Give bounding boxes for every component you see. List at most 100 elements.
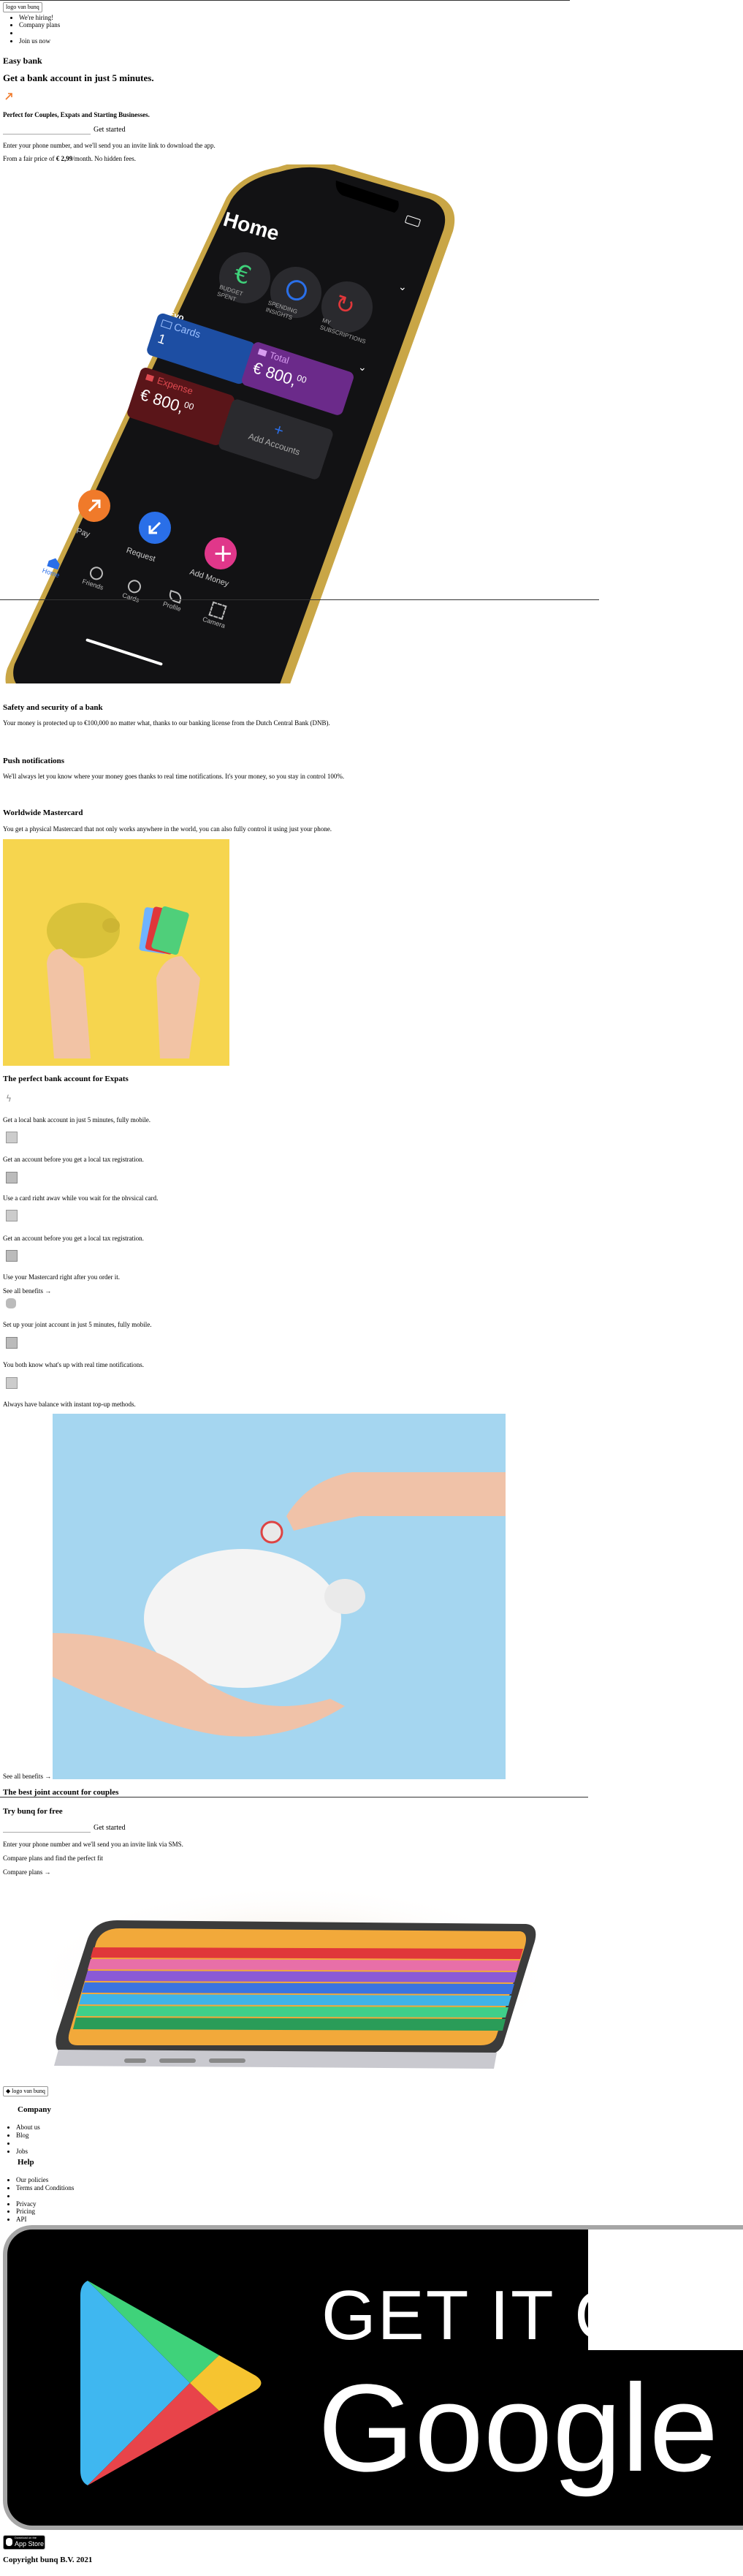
piggy-bank-cards-image — [3, 839, 229, 1066]
notification-icon — [6, 1337, 18, 1349]
header-nav: We're hiring! Company plans Join us now — [3, 14, 60, 45]
tab-cards-label: Cards — [121, 591, 141, 604]
tab-friends[interactable]: Friends — [81, 564, 109, 592]
nav-link-company-plans[interactable]: Company plans — [19, 21, 60, 29]
footer-link-terms[interactable]: Terms and Conditions — [16, 2184, 74, 2192]
feature-mastercard-title: Worldwide Mastercard — [3, 808, 83, 817]
logo-button[interactable]: logo van bunq — [3, 2, 42, 12]
arrow-up-right-icon — [88, 499, 101, 512]
footer-link-empty — [16, 2140, 40, 2148]
footer-logo-button[interactable]: ◆ logo van bunq — [3, 2086, 48, 2096]
price-suffix: /month. No hidden fees. — [72, 155, 136, 162]
total-amount-main: € 800, — [251, 358, 300, 390]
hero-subtitle: Get a bank account in just 5 minutes. — [3, 72, 154, 83]
chart-icon — [283, 277, 310, 303]
footer-link-about[interactable]: About us — [16, 2124, 40, 2132]
tab-bar: Home Friends Cards Profile Camera — [29, 545, 248, 632]
nav-link-hiring[interactable]: We're hiring! — [19, 14, 53, 21]
footer-link-privacy-text[interactable]: Privacy — [16, 2200, 37, 2208]
footer-link-policies[interactable]: Our policies — [16, 2176, 74, 2184]
price-value: € 2,99 — [56, 155, 73, 162]
footer-link-api[interactable]: API — [16, 2216, 74, 2224]
footer-link-privacy[interactable]: Privacy — [16, 2200, 74, 2208]
id-card-icon-2 — [6, 1210, 18, 1221]
header: logo van bunq We're hiring! Company plan… — [3, 2, 60, 45]
footer-link-terms-text[interactable]: Terms and Conditions — [16, 2184, 74, 2192]
expats-benefit-3: Use a card right away while you wait for… — [3, 1194, 159, 1200]
feature-security-text: Your money is protected up to €100,000 n… — [3, 719, 330, 727]
refresh-icon: ↻ — [331, 288, 359, 322]
badge-white-cutout — [588, 2230, 743, 2350]
compare-plans-link[interactable]: Compare plans → — [3, 1868, 51, 1876]
couples-benefit-3: Always have balance with instant top-up … — [3, 1401, 136, 1408]
nav-item-spacer — [19, 29, 60, 37]
hero-title: Easy bank — [3, 56, 42, 66]
footer-company-links: About us Blog Jobs — [0, 2124, 40, 2155]
nav-item-hiring[interactable]: We're hiring! — [19, 14, 60, 22]
feature-mastercard-text: You get a physical Mastercard that not o… — [3, 825, 332, 833]
hero-tagline: Perfect for Couples, Expats and Starting… — [3, 111, 150, 118]
logo-text: logo van bunq — [6, 4, 39, 10]
phone-number-input[interactable] — [3, 124, 91, 135]
google-play-icon — [80, 2281, 262, 2485]
chevron-down-icon[interactable]: ⌄ — [398, 281, 407, 294]
feature-notifications-text: We'll always let you know where your mon… — [3, 773, 345, 780]
footer-link-pricing-text[interactable]: Pricing — [16, 2208, 35, 2215]
nav-item-join[interactable]: Join us now — [19, 37, 60, 45]
nav-item-company-plans[interactable]: Company plans — [19, 21, 60, 29]
try-title: Try bunq for free — [3, 1807, 63, 1816]
phone-mockup: Home € ↻ BUDGET SPENT SPENDING INSIGHTS … — [0, 161, 468, 774]
card-stack-icon — [6, 1172, 18, 1183]
tab-camera[interactable]: Camera — [202, 600, 232, 630]
hero-invite-text: Enter your phone number, and we'll send … — [3, 142, 216, 149]
expats-title: The perfect bank account for Expats — [3, 1075, 129, 1083]
id-card-icon — [6, 1132, 18, 1143]
couples-see-all-link[interactable]: See all benefits → — [3, 1773, 51, 1781]
pay-button[interactable] — [78, 490, 110, 522]
compare-plans-text: Compare plans and find the perfect fit — [3, 1855, 103, 1862]
arrow-icon — [4, 92, 13, 101]
try-phone-input[interactable] — [3, 1822, 91, 1833]
app-store-badge[interactable]: Download on the App Store — [3, 2535, 45, 2550]
footer-link-blog[interactable]: Blog — [16, 2132, 40, 2140]
footer-link-api-text[interactable]: API — [16, 2216, 27, 2223]
feature-security-title: Safety and security of a bank — [3, 703, 103, 712]
apple-icon — [6, 2538, 12, 2546]
expats-benefit-5: Use your Mastercard right after you orde… — [3, 1273, 120, 1281]
copyright-text: Copyright bunq B.V. 2021 — [3, 2556, 93, 2564]
couples-benefit-2: You both know what's up with real time n… — [3, 1361, 144, 1368]
friends-icon — [88, 564, 105, 582]
try-invite-text: Enter your phone number and we'll send y… — [3, 1841, 183, 1848]
tab-friends-label: Friends — [81, 577, 104, 591]
account-icon — [145, 374, 154, 382]
footer-link-jobs-text[interactable]: Jobs — [16, 2148, 28, 2155]
footer-link-policies-text[interactable]: Our policies — [16, 2176, 48, 2183]
footer-help-links: Our policies Terms and Conditions Privac… — [0, 2176, 74, 2224]
footer-logo-icon: ◆ — [6, 2088, 12, 2094]
expats-benefit-1: Get a local bank account in just 5 minut… — [3, 1116, 150, 1124]
expats-benefit-4: Get an account before you get a local ta… — [3, 1235, 144, 1242]
nav-link-join[interactable]: Join us now — [19, 37, 50, 45]
try-get-started-button[interactable]: Get started — [94, 1824, 126, 1833]
tab-cards[interactable]: Cards — [121, 577, 145, 605]
piggy-bank-coin-image — [53, 1414, 506, 1779]
tab-home[interactable]: Home — [41, 556, 64, 580]
footer-link-about-text[interactable]: About us — [16, 2124, 40, 2131]
expats-benefit-2: Get an account before you get a local ta… — [3, 1156, 144, 1163]
footer-link-jobs[interactable]: Jobs — [16, 2148, 40, 2156]
footer-link-blog-text[interactable]: Blog — [16, 2132, 29, 2139]
get-started-button[interactable]: Get started — [94, 126, 126, 135]
section-divider — [0, 599, 599, 600]
request-button[interactable] — [139, 512, 171, 544]
chevron-down-icon-2[interactable]: ⌄ — [358, 362, 367, 374]
euro-icon: € — [230, 258, 255, 292]
couple-icon — [6, 1298, 16, 1308]
header-top-rule — [0, 0, 570, 1]
tab-profile[interactable]: Profile — [161, 589, 186, 613]
footer-logo-text: logo van bunq — [12, 2088, 45, 2094]
cards-count: 1 — [156, 330, 168, 347]
wallet-icon — [257, 348, 267, 357]
couples-benefit-1: Set up your joint account in just 5 minu… — [3, 1321, 152, 1328]
footer-link-pricing[interactable]: Pricing — [16, 2208, 74, 2216]
expats-see-all-link[interactable]: See all benefits → — [3, 1287, 51, 1295]
